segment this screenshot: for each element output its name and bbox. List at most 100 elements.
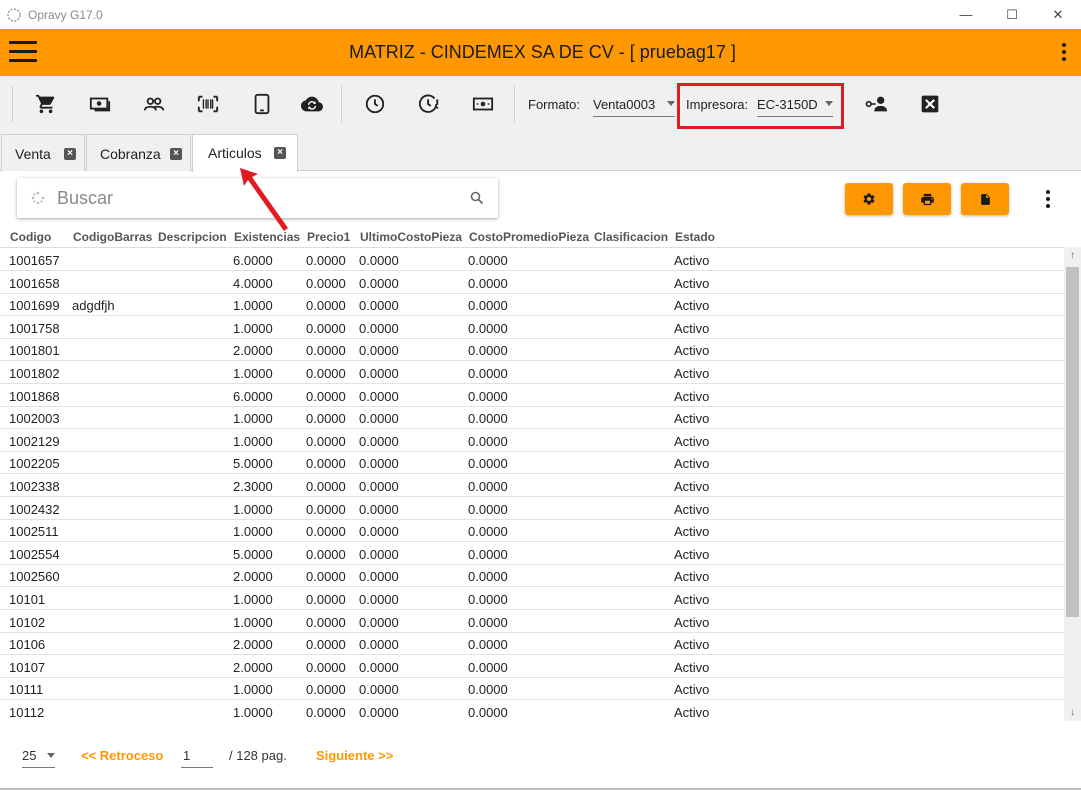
toolbar: Formato: Venta0003 Impresora: EC-3150D (0, 76, 1081, 132)
column-header[interactable]: Descripcion (158, 230, 227, 244)
tab-close-icon[interactable]: × (170, 148, 182, 160)
table-row[interactable]: 1001758 1.0000 0.0000 0.0000 0.0000 Activo (0, 316, 1064, 339)
table-cell: 0.0000 (468, 637, 508, 653)
table-row[interactable]: 10111 1.0000 0.0000 0.0000 0.0000 Activo (0, 677, 1064, 701)
page-title: MATRIZ - CINDEMEX SA DE CV - [ pruebag17… (349, 42, 736, 62)
clock-icon[interactable] (363, 92, 387, 116)
tablet-icon[interactable] (250, 92, 274, 116)
person-key-icon[interactable] (865, 92, 889, 116)
table-cell: 0.0000 (468, 524, 508, 540)
scroll-up-icon[interactable]: ↑ (1064, 247, 1081, 264)
table-cell: 1002338 (9, 479, 60, 494)
tab-venta[interactable]: Venta × (1, 134, 85, 171)
column-header[interactable]: CostoPromedioPieza (469, 230, 589, 244)
table-row[interactable]: 1001868 6.0000 0.0000 0.0000 0.0000 Activo (0, 384, 1064, 407)
table-cell: 0.0000 (359, 253, 399, 268)
formato-select[interactable]: Venta0003 (593, 96, 675, 117)
table-cell: 0.0000 (468, 479, 508, 494)
table-cell: 1002432 (9, 501, 60, 517)
table-row[interactable]: 1001658 4.0000 0.0000 0.0000 0.0000 Activo (0, 271, 1064, 294)
more-vert-icon[interactable] (1045, 190, 1051, 210)
settings-button[interactable] (845, 183, 893, 215)
table-cell: 2.3000 (233, 479, 273, 494)
table-cell: 0.0000 (468, 456, 508, 472)
page-number-input[interactable]: 1 (181, 747, 213, 768)
scrollbar-thumb[interactable] (1066, 267, 1079, 617)
scroll-down-icon[interactable]: ↓ (1064, 704, 1081, 721)
table-cell: 0.0000 (468, 614, 508, 630)
table-cell: 0.0000 (359, 682, 399, 698)
tab-cobranza[interactable]: Cobranza × (86, 134, 191, 171)
table-row[interactable]: 1002554 5.0000 0.0000 0.0000 0.0000 Activo (0, 542, 1064, 565)
table-cell: 1001699 (9, 298, 60, 314)
cash-register-icon[interactable] (88, 92, 112, 116)
table-row[interactable]: 1002560 2.0000 0.0000 0.0000 0.0000 Activo (0, 564, 1064, 588)
column-header[interactable]: Estado (675, 230, 715, 244)
vertical-scrollbar[interactable]: ↑ ↓ (1064, 247, 1081, 721)
table-row[interactable]: 10107 2.0000 0.0000 0.0000 0.0000 Activo (0, 655, 1064, 678)
table-row[interactable]: 10102 1.0000 0.0000 0.0000 0.0000 Activo (0, 610, 1064, 633)
next-page-link[interactable]: Siguiente >> (316, 748, 393, 763)
tab-bar: Venta × Cobranza × Articulos × (0, 132, 1081, 172)
money-icon[interactable] (471, 92, 495, 116)
table-cell: 2.0000 (233, 637, 273, 653)
table-row[interactable]: 1001699 adgdfjh 1.0000 0.0000 0.0000 0.0000 Ac… (0, 293, 1064, 317)
column-header[interactable]: UltimoCostoPieza (360, 230, 462, 244)
table-cell: Activo (674, 614, 710, 630)
tab-close-icon[interactable]: × (274, 147, 286, 159)
page-size-select[interactable]: 25 (22, 747, 55, 768)
tab-close-icon[interactable]: × (64, 148, 76, 160)
table-row[interactable]: 1001801 2.0000 0.0000 0.0000 0.0000 Activo (0, 338, 1064, 362)
table-row[interactable]: 10101 1.0000 0.0000 0.0000 0.0000 Activo (0, 587, 1064, 610)
table-cell: 0.0000 (359, 659, 399, 675)
table-row[interactable]: 1002129 1.0000 0.0000 0.0000 0.0000 Activo (0, 429, 1064, 452)
column-header[interactable]: Precio1 (307, 230, 350, 244)
cloud-sync-icon[interactable] (300, 92, 324, 116)
table-row[interactable]: 1002205 5.0000 0.0000 0.0000 0.0000 Activo (0, 451, 1064, 475)
print-button[interactable] (903, 183, 951, 215)
table-cell: 0.0000 (359, 614, 399, 630)
table-cell: 10101 (9, 592, 46, 607)
chevron-down-icon (47, 753, 55, 758)
search-icon[interactable] (470, 191, 484, 205)
table-cell: 2.0000 (233, 343, 273, 359)
table-row[interactable]: 1001802 1.0000 0.0000 0.0000 0.0000 Activo (0, 361, 1064, 384)
table-cell: 1.0000 (233, 592, 273, 607)
column-header[interactable]: Codigo (10, 230, 51, 244)
table-cell: 1001658 (9, 275, 60, 291)
table-cell: 0.0000 (306, 614, 346, 630)
table-row[interactable]: 10112 1.0000 0.0000 0.0000 0.0000 Activo (0, 700, 1064, 722)
table-header: Codigo CodigoBarras Descripcion Existencias… (0, 225, 1064, 248)
cart-icon[interactable] (34, 92, 58, 116)
table-cell: 0.0000 (468, 388, 508, 404)
minimize-button[interactable]: — (943, 0, 989, 29)
table-cell: 2.0000 (233, 569, 273, 585)
table-cell: 1.0000 (233, 320, 273, 336)
table-cell: 0.0000 (359, 546, 399, 562)
table-row[interactable]: 1002338 2.3000 0.0000 0.0000 0.0000 Activo (0, 474, 1064, 497)
document-button[interactable] (961, 183, 1009, 215)
column-header[interactable]: Clasificacion (594, 230, 668, 244)
table-cell: Activo (674, 456, 710, 472)
table-cell: 0.0000 (306, 682, 346, 698)
close-box-icon[interactable] (918, 92, 942, 116)
table-row[interactable]: 10106 2.0000 0.0000 0.0000 0.0000 Activo (0, 632, 1064, 656)
table-row[interactable]: 1002511 1.0000 0.0000 0.0000 0.0000 Activo (0, 519, 1064, 543)
more-vert-icon[interactable] (1061, 43, 1067, 63)
table-cell: 1.0000 (233, 524, 273, 540)
printer-icon (920, 193, 934, 205)
clock-alert-icon[interactable] (417, 92, 441, 116)
table-row[interactable]: 1002003 1.0000 0.0000 0.0000 0.0000 Activo (0, 406, 1064, 430)
articles-table: Codigo CodigoBarras Descripcion Existencias… (0, 225, 1081, 722)
formato-value: Venta0003 (593, 97, 656, 112)
close-window-button[interactable]: ✕ (1035, 0, 1081, 29)
table-cell: 0.0000 (468, 659, 508, 675)
column-header[interactable]: CodigoBarras (73, 230, 152, 244)
prev-page-link[interactable]: << Retroceso (81, 748, 163, 763)
maximize-button[interactable]: ☐ (989, 0, 1035, 29)
barcode-icon[interactable] (196, 92, 220, 116)
people-icon[interactable] (142, 92, 166, 116)
table-cell: 0.0000 (468, 366, 508, 381)
table-row[interactable]: 1002432 1.0000 0.0000 0.0000 0.0000 Activo (0, 497, 1064, 520)
table-row[interactable]: 1001657 6.0000 0.0000 0.0000 0.0000 Activo (0, 248, 1064, 271)
